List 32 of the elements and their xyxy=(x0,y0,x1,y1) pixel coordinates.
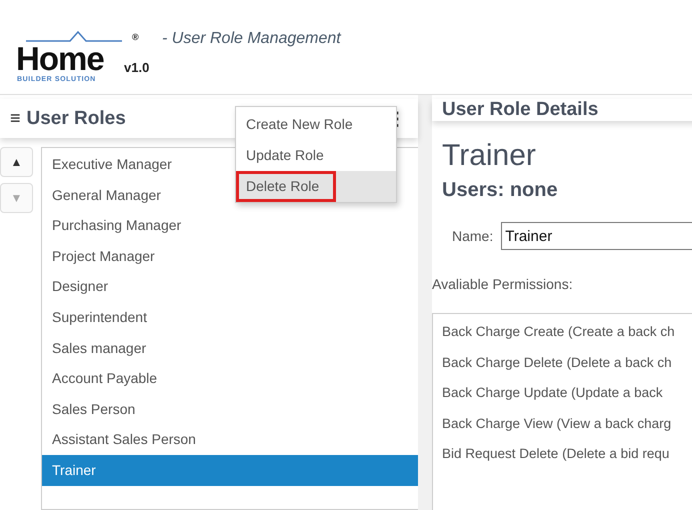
registered-mark: ® xyxy=(132,32,139,42)
panel-title: User Roles xyxy=(26,108,126,130)
role-item[interactable]: Purchasing Manager xyxy=(42,210,222,241)
menu-item[interactable]: Update Role xyxy=(236,140,396,171)
role-item[interactable]: Account Payable xyxy=(42,363,222,394)
role-item[interactable]: Trainer xyxy=(42,454,418,486)
role-item[interactable]: Sales Person xyxy=(42,394,222,424)
permission-item[interactable]: Bid Request Delete (Delete a bid requ xyxy=(433,439,692,470)
version-label: v1.0 xyxy=(124,60,150,75)
menu-item[interactable]: Create New Role xyxy=(236,109,396,140)
logo-word: Home xyxy=(16,41,104,77)
menu-icon[interactable]: ≡ xyxy=(10,108,21,129)
move-up-button[interactable]: ▲ xyxy=(0,147,33,177)
role-item[interactable]: Sales manager xyxy=(42,332,222,364)
role-item[interactable]: Superintendent xyxy=(42,302,222,333)
users-label: Users: none xyxy=(442,179,559,202)
page-title: - User Role Management xyxy=(162,30,341,48)
permission-item[interactable]: Back Charge View (View a back charg xyxy=(433,408,692,439)
permissions-label: Avaliable Permissions: xyxy=(432,276,574,292)
permission-item[interactable]: Back Charge Create (Create a back ch xyxy=(433,317,692,348)
role-item[interactable]: Project Manager xyxy=(42,240,222,272)
role-item[interactable]: Designer xyxy=(42,271,222,302)
permission-item[interactable]: Back Charge Delete (Delete a back ch xyxy=(433,348,692,378)
name-field[interactable]: Trainer xyxy=(501,222,692,250)
role-item[interactable]: Executive Manager xyxy=(42,149,222,180)
menu-item[interactable]: Delete Role xyxy=(236,171,336,202)
role-item[interactable]: Assistant Sales Person xyxy=(42,424,222,455)
permission-item[interactable]: Back Charge Update (Update a back xyxy=(433,378,692,408)
role-heading: Trainer xyxy=(442,139,537,173)
panel-title: User Role Details xyxy=(442,99,598,121)
role-item[interactable]: General Manager xyxy=(42,180,222,210)
name-label: Name: xyxy=(452,228,494,244)
